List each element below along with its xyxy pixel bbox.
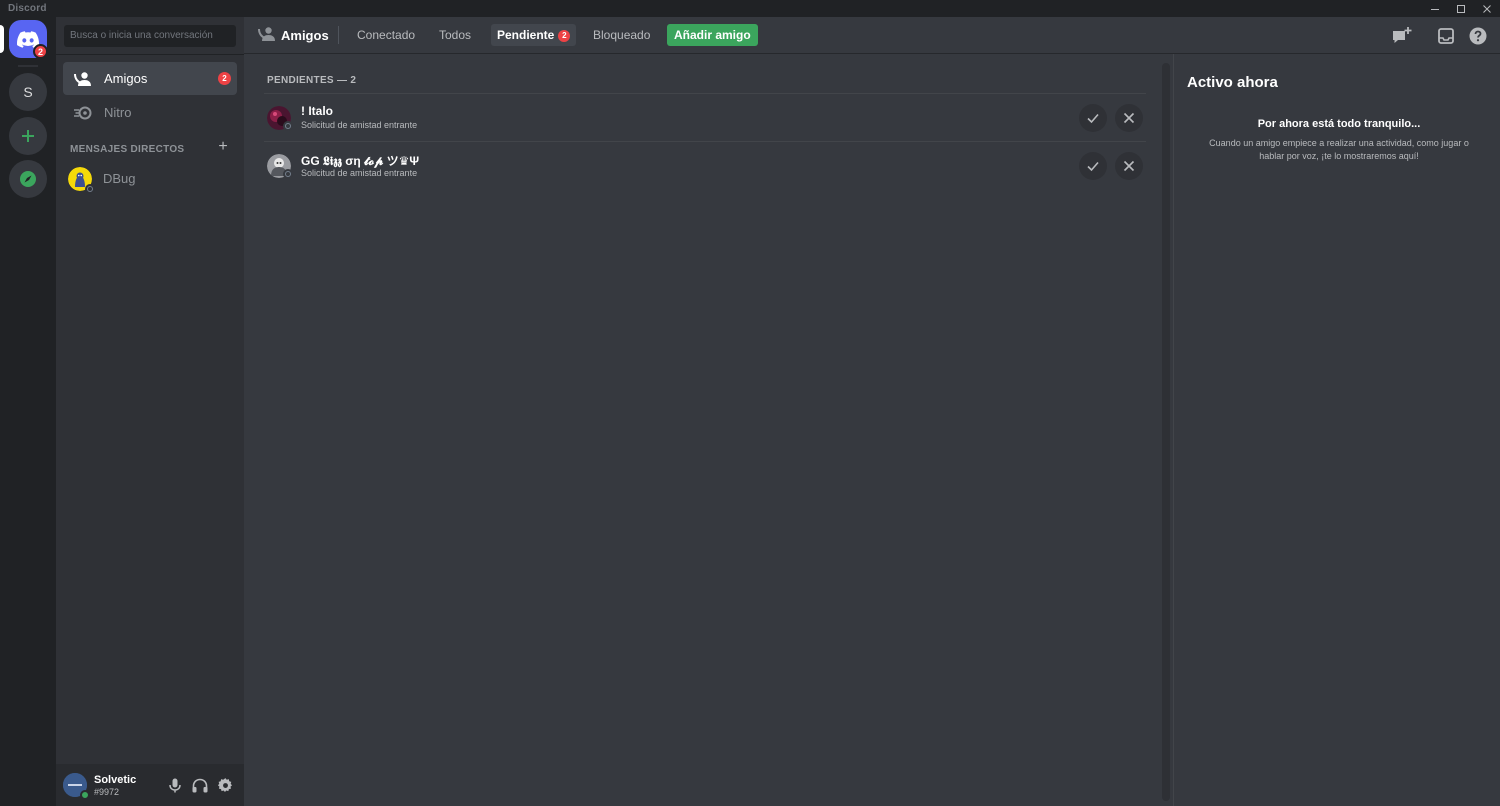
friends-icon — [73, 69, 93, 89]
active-now-empty-title: Por ahora está todo tranquilo... — [1257, 118, 1421, 130]
active-now-title: Activo ahora — [1187, 74, 1278, 91]
tab-label: Todos — [439, 28, 472, 42]
close-icon — [1123, 160, 1135, 172]
user-settings-button[interactable] — [216, 776, 234, 794]
tab-all[interactable]: Todos — [433, 24, 477, 46]
app-title: Discord — [8, 3, 47, 14]
pending-badge: 2 — [558, 29, 571, 42]
sidebar-divider — [56, 54, 244, 55]
server-s-label: S — [23, 84, 33, 100]
microphone-icon — [169, 778, 181, 792]
request-username: GG 𝕷𝖎𝖟𝖟 ση 𝓽𝓸𝓹 ツ♛Ψ — [301, 154, 420, 168]
home-notification-badge: 2 — [33, 44, 48, 59]
explore-servers-button[interactable] — [9, 160, 47, 198]
friends-icon — [258, 26, 276, 47]
tab-online[interactable]: Conectado — [351, 24, 421, 46]
offline-status-icon — [283, 169, 293, 179]
scrollbar[interactable] — [1162, 63, 1170, 801]
inbox-icon — [1438, 28, 1454, 44]
channel-sidebar: Busca o inicia una conversación Amigos 2… — [56, 17, 244, 806]
minimize-icon — [1431, 8, 1439, 10]
decline-request-button[interactable] — [1115, 152, 1143, 180]
gear-icon — [217, 777, 232, 792]
request-subtitle: Solicitud de amistad entrante — [301, 168, 418, 178]
user-tag: #9972 — [94, 787, 120, 797]
active-now-empty-description: Cuando un amigo empiece a realizar una a… — [1209, 138, 1469, 161]
compass-icon — [20, 171, 36, 187]
active-now-panel: Activo ahora Por ahora está todo tranqui… — [1173, 54, 1500, 806]
add-server-button[interactable] — [9, 117, 47, 155]
tab-label: Bloqueado — [593, 28, 651, 42]
direct-messages-header: MENSAJES DIRECTOS — [70, 144, 185, 155]
pending-list: PENDIENTES — 2 ! Italo Solicitud de amis… — [244, 54, 1162, 806]
tab-label: Conectado — [357, 28, 416, 42]
user-panel: Solvetic #9972 — [56, 764, 244, 806]
offline-status-icon — [283, 121, 293, 131]
friends-badge: 2 — [218, 72, 231, 85]
help-icon — [1469, 27, 1487, 45]
search-input[interactable]: Busca o inicia una conversación — [64, 25, 236, 47]
nitro-icon — [73, 103, 93, 123]
avatar — [68, 166, 95, 194]
dm-name: DBug — [103, 171, 136, 186]
tab-pending[interactable]: Pendiente 2 — [491, 24, 577, 46]
check-icon — [1087, 113, 1099, 124]
server-rail: 2 S — [0, 17, 56, 806]
page-title: Amigos — [281, 28, 329, 43]
inbox-button[interactable] — [1436, 26, 1456, 46]
friends-main: Amigos Conectado Todos Pendiente 2 Bloque… — [244, 17, 1500, 806]
request-subtitle: Solicitud de amistad entrante — [301, 120, 418, 130]
request-username: ! Italo — [301, 104, 333, 118]
friends-toolbar: Amigos Conectado Todos Pendiente 2 Bloque… — [244, 17, 1500, 54]
friend-request-row[interactable]: ! Italo Solicitud de amistad entrante — [264, 93, 1146, 141]
maximize-button[interactable] — [1448, 0, 1474, 17]
sidebar-item-label: Amigos — [104, 71, 148, 86]
deafen-button[interactable] — [191, 776, 209, 794]
accept-request-button[interactable] — [1079, 152, 1107, 180]
selected-server-indicator — [0, 25, 4, 53]
mute-button[interactable] — [166, 776, 184, 794]
server-s[interactable]: S — [9, 73, 47, 111]
new-group-dm-icon — [1393, 27, 1412, 43]
toolbar-divider — [338, 26, 339, 44]
close-window-button[interactable] — [1474, 0, 1500, 17]
friend-request-row[interactable]: GG 𝕷𝖎𝖟𝖟 ση 𝓽𝓸𝓹 ツ♛Ψ Solicitud de amistad … — [264, 141, 1146, 189]
new-group-dm-button[interactable] — [1392, 26, 1412, 46]
sidebar-item-label: Nitro — [104, 105, 132, 120]
close-icon — [1483, 4, 1491, 13]
tab-blocked[interactable]: Bloqueado — [587, 24, 656, 46]
rail-separator — [18, 65, 38, 67]
maximize-icon — [1457, 4, 1465, 13]
decline-request-button[interactable] — [1115, 104, 1143, 132]
close-icon — [1123, 112, 1135, 124]
user-name: Solvetic — [94, 774, 137, 786]
title-bar: Discord — [0, 0, 1500, 17]
online-status-icon — [80, 790, 90, 800]
create-dm-button[interactable]: + — [216, 139, 230, 155]
headphones-icon — [192, 778, 208, 792]
dm-item-dbug[interactable]: DBug — [63, 162, 237, 195]
accept-request-button[interactable] — [1079, 104, 1107, 132]
offline-status-icon — [85, 183, 95, 194]
help-button[interactable] — [1468, 26, 1488, 46]
window-controls — [1422, 0, 1500, 17]
pending-count-header: PENDIENTES — 2 — [267, 75, 357, 86]
tab-label: Pendiente — [497, 28, 555, 42]
minimize-button[interactable] — [1422, 0, 1448, 17]
plus-icon — [22, 130, 34, 142]
add-friend-button[interactable]: Añadir amigo — [667, 24, 758, 46]
check-icon — [1087, 161, 1099, 172]
sidebar-item-friends[interactable]: Amigos 2 — [63, 62, 237, 95]
sidebar-item-nitro[interactable]: Nitro — [63, 96, 237, 129]
